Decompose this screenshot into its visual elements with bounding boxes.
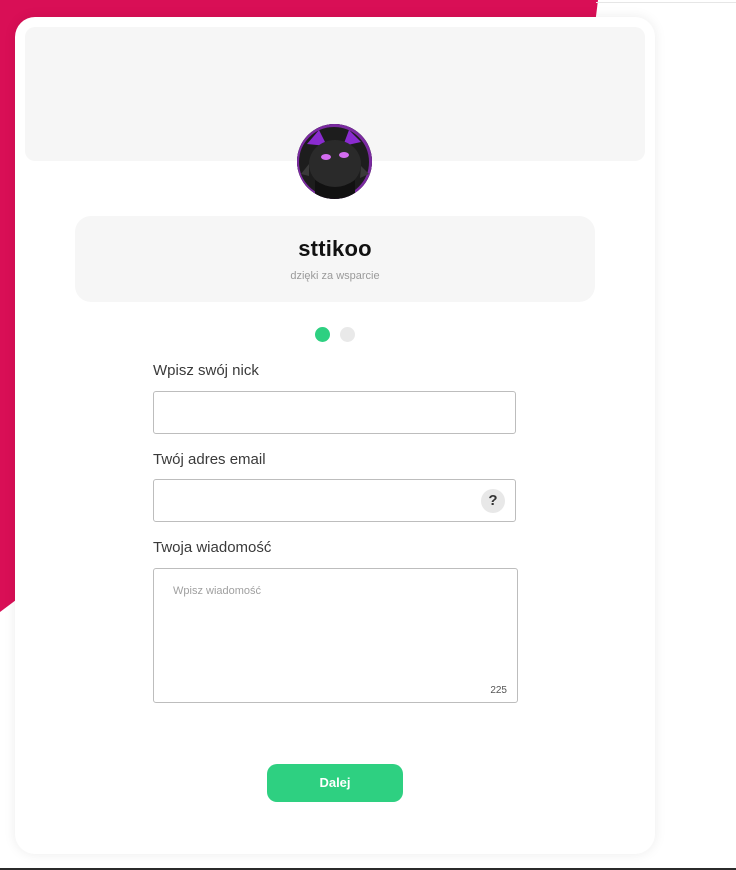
avatar-image [297,124,372,199]
donation-card: sttikoo dzięki za wsparcie Wpisz swój ni… [15,17,655,854]
nick-label: Wpisz swój nick [153,362,259,379]
avatar [297,124,372,199]
creator-name: sttikoo [298,236,372,261]
email-label: Twój adres email [153,451,266,468]
message-textarea[interactable]: Wpisz wiadomość 225 [153,568,518,703]
message-placeholder: Wpisz wiadomość [173,585,262,597]
help-icon[interactable]: ? [481,489,505,513]
creator-subtitle: dzięki za wsparcie [290,270,380,282]
message-label: Twoja wiadomość [153,539,272,556]
profile-info-box: sttikoo dzięki za wsparcie [75,216,595,302]
next-button[interactable]: Dalej [267,764,403,802]
top-divider [596,2,736,3]
step-dot-active [315,327,330,342]
email-input[interactable]: ? [153,479,516,522]
nick-input[interactable] [153,391,516,434]
character-counter: 225 [490,685,507,696]
step-dot-inactive [340,327,355,342]
